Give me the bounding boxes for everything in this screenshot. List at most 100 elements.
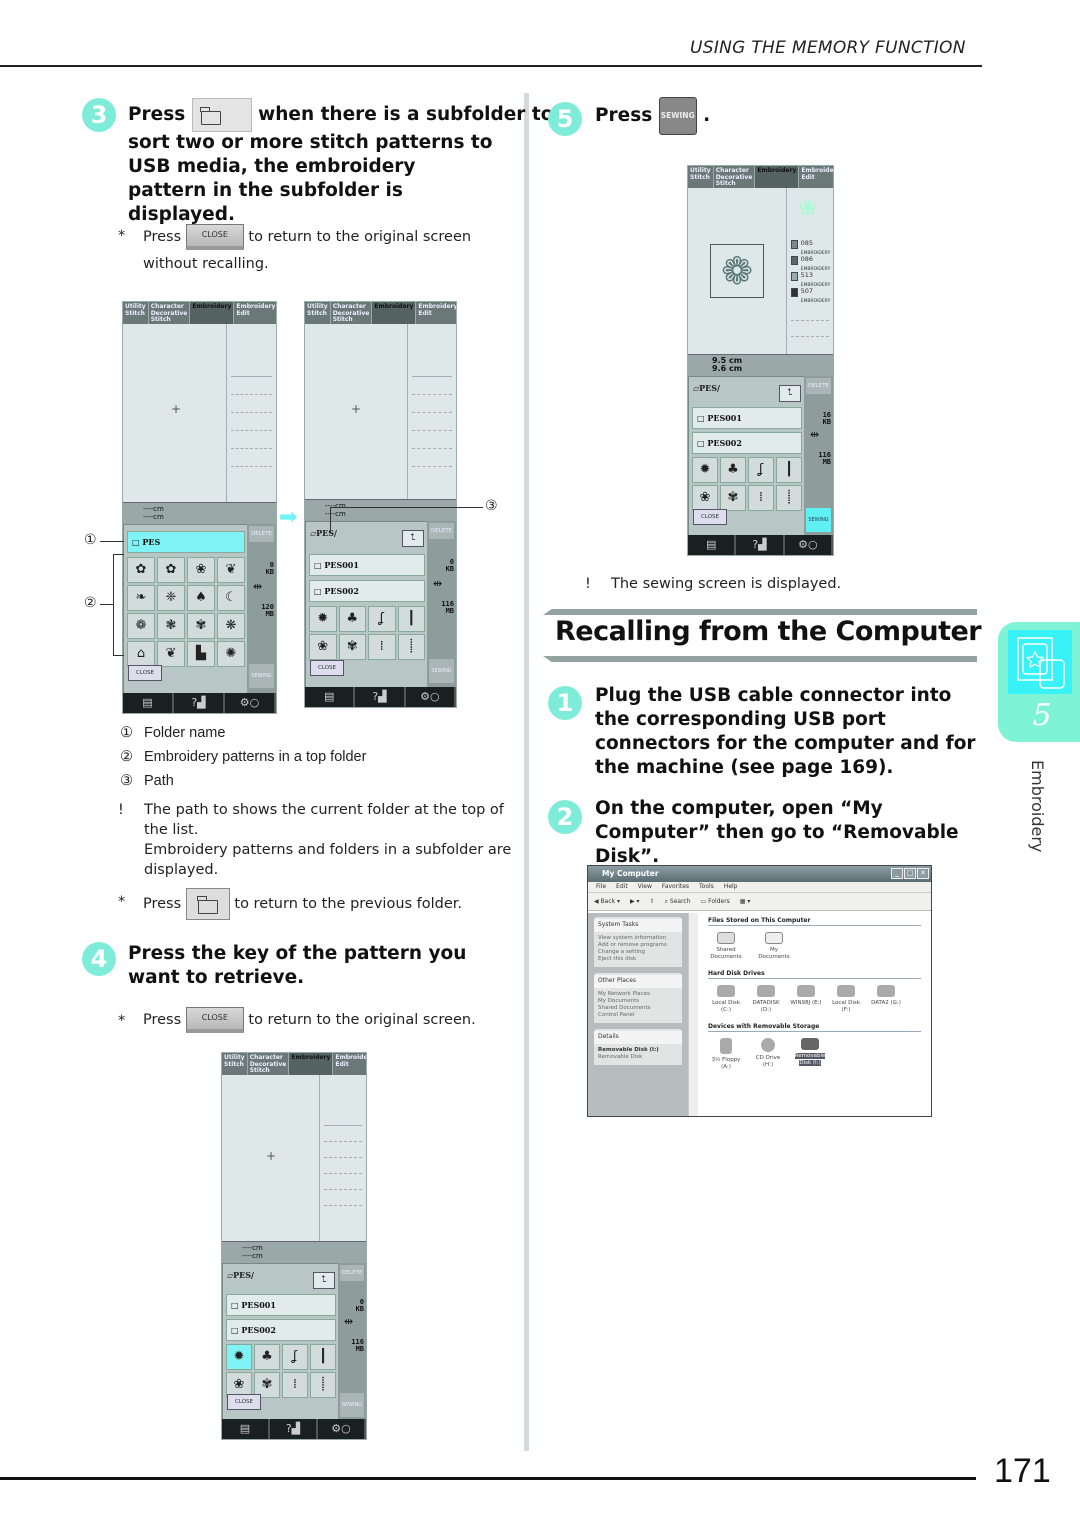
pattern-key[interactable]: ♠ xyxy=(187,585,215,611)
tab-embroidery[interactable]: Embroidery xyxy=(372,302,417,324)
close-button[interactable]: CLOSE xyxy=(310,660,344,676)
search-button[interactable]: ⌕ Search xyxy=(665,898,691,906)
pattern-key[interactable]: ┃ xyxy=(310,1344,336,1370)
sewing-button[interactable]: SEWING xyxy=(249,664,274,688)
drive-e[interactable]: WIN98J (E:) xyxy=(788,985,824,1013)
pattern-key[interactable]: ⸽ xyxy=(776,485,802,511)
task-view-system-info[interactable]: View system information xyxy=(598,935,678,942)
drive-d[interactable]: DATADISK (D:) xyxy=(748,985,784,1013)
system-tasks-title[interactable]: System Tasks xyxy=(594,919,682,932)
drive-floppy[interactable]: 3½ Floppy (A:) xyxy=(708,1038,744,1070)
delete-button[interactable]: DELETE xyxy=(249,526,274,542)
up-button[interactable]: ⇧ xyxy=(650,898,655,905)
pattern-key[interactable]: ⁞ xyxy=(748,485,774,511)
help-machine-icon[interactable]: ?▟ xyxy=(355,687,406,707)
tab-embroidery-edit[interactable]: Embroidery Edit xyxy=(416,302,456,324)
sewing-button[interactable]: SEWING xyxy=(429,659,454,683)
views-button[interactable]: ▦ ▾ xyxy=(740,898,751,905)
pattern-key[interactable]: ♣ xyxy=(254,1344,280,1370)
tab-character-decorative[interactable]: Character Decorative Stitch xyxy=(331,302,373,324)
pattern-key[interactable]: ❧ xyxy=(127,585,155,611)
tab-embroidery-edit[interactable]: Embroidery Edit xyxy=(234,302,276,324)
pattern-key[interactable]: ❦ xyxy=(217,557,245,583)
close-button[interactable]: CLOSE xyxy=(693,509,727,525)
task-pane-scrollbar[interactable] xyxy=(688,913,698,1116)
place-shared-documents[interactable]: Shared Documents xyxy=(598,1005,678,1012)
minimize-button[interactable]: _ xyxy=(891,868,903,879)
sewing-button-active[interactable]: SEWING xyxy=(806,508,831,532)
up-folder-button[interactable]: ⮤ xyxy=(313,1272,335,1289)
tab-utility-stitch[interactable]: Utility Stitch xyxy=(123,302,149,324)
pattern-key[interactable]: ❀ xyxy=(692,485,718,511)
delete-button[interactable]: DELETE xyxy=(340,1265,364,1281)
pattern-key[interactable]: ┃ xyxy=(776,457,802,483)
pattern-key[interactable]: ✾ xyxy=(720,485,746,511)
pattern-key[interactable]: ✾ xyxy=(338,634,366,660)
settings-icon[interactable]: ⚙○ xyxy=(785,535,833,555)
pattern-key[interactable]: ✹ xyxy=(309,606,337,632)
tab-utility-stitch[interactable]: Utility Stitch xyxy=(222,1053,248,1075)
item-shared-documents[interactable]: Shared Documents xyxy=(708,932,744,960)
menu-file[interactable]: File xyxy=(596,883,606,891)
document-icon[interactable]: ▤ xyxy=(123,693,174,713)
pattern-key[interactable]: ✿ xyxy=(127,557,155,583)
sewing-button[interactable]: SEWING xyxy=(340,1393,364,1417)
menu-view[interactable]: View xyxy=(638,883,652,891)
pattern-key[interactable]: ❈ xyxy=(157,585,185,611)
help-machine-icon[interactable]: ?▟ xyxy=(736,535,785,555)
tab-embroidery-edit[interactable]: Embroidery Edit xyxy=(333,1053,366,1075)
item-my-documents[interactable]: My Documents xyxy=(756,932,792,960)
close-window-button[interactable]: ✕ xyxy=(917,868,929,879)
task-eject-disk[interactable]: Eject this disk xyxy=(598,956,678,963)
pattern-key[interactable]: ┃ xyxy=(397,606,425,632)
pattern-key[interactable]: ⁞ xyxy=(368,634,396,660)
pattern-key[interactable]: ❀ xyxy=(309,634,337,660)
help-machine-icon[interactable]: ?▟ xyxy=(174,693,225,713)
drive-removable-disk[interactable]: Removable Disk (I:) xyxy=(792,1038,828,1070)
folders-button[interactable]: ▭ Folders xyxy=(701,898,730,905)
pattern-key[interactable]: ❃ xyxy=(157,613,185,639)
pattern-key[interactable]: ✿ xyxy=(157,557,185,583)
tab-embroidery[interactable]: Embroidery xyxy=(289,1053,334,1075)
drive-c[interactable]: Local Disk (C:) xyxy=(708,985,744,1013)
pattern-key[interactable]: ❀ xyxy=(187,557,215,583)
close-button[interactable]: CLOSE xyxy=(227,1394,261,1410)
task-change-setting[interactable]: Change a setting xyxy=(598,949,678,956)
settings-icon[interactable]: ⚙○ xyxy=(225,693,276,713)
other-places-title[interactable]: Other Places xyxy=(594,975,682,988)
pattern-key[interactable]: ♣ xyxy=(338,606,366,632)
tab-embroidery[interactable]: Embroidery xyxy=(190,302,235,324)
tab-character-decorative[interactable]: Character Decorative Stitch xyxy=(714,166,756,188)
delete-button[interactable]: DELETE xyxy=(806,378,831,394)
drive-cd[interactable]: CD Drive (H:) xyxy=(750,1038,786,1070)
pattern-key[interactable]: ❋ xyxy=(217,613,245,639)
pattern-key[interactable]: ❦ xyxy=(157,641,185,667)
document-icon[interactable]: ▤ xyxy=(688,535,737,555)
place-my-documents[interactable]: My Documents xyxy=(598,998,678,1005)
task-add-remove-programs[interactable]: Add or remove programs xyxy=(598,942,678,949)
settings-icon[interactable]: ⚙○ xyxy=(318,1419,366,1439)
back-button[interactable]: ◀ Back ▾ xyxy=(594,898,620,905)
folder-row[interactable]: □ PES001 xyxy=(692,407,802,429)
pattern-key[interactable]: ❁ xyxy=(127,613,155,639)
pattern-key[interactable]: ⌂ xyxy=(127,641,155,667)
up-folder-button[interactable]: ⮤ xyxy=(779,385,801,402)
pattern-key[interactable]: ʆ xyxy=(748,457,774,483)
pattern-key[interactable]: ✺ xyxy=(217,641,245,667)
tab-utility-stitch[interactable]: Utility Stitch xyxy=(688,166,714,188)
pattern-key[interactable]: ☾ xyxy=(217,585,245,611)
close-button[interactable]: CLOSE xyxy=(128,665,162,681)
pattern-key[interactable]: ✾ xyxy=(187,613,215,639)
folder-row[interactable]: □ PES002 xyxy=(692,432,802,454)
pattern-key[interactable]: ʆ xyxy=(282,1344,308,1370)
folder-row[interactable]: □ PES001 xyxy=(309,554,425,576)
tab-character-decorative[interactable]: Character Decorative Stitch xyxy=(149,302,191,324)
pattern-key[interactable]: ⸽ xyxy=(397,634,425,660)
folder-row[interactable]: □ PES001 xyxy=(226,1294,336,1316)
document-icon[interactable]: ▤ xyxy=(305,687,356,707)
up-folder-button[interactable]: ⮤ xyxy=(402,530,424,547)
pattern-key[interactable]: ⸽ xyxy=(310,1372,336,1398)
folder-row[interactable]: □ PES002 xyxy=(309,580,425,602)
pattern-key[interactable]: ✹ xyxy=(692,457,718,483)
pattern-key-selected[interactable]: ✹ xyxy=(226,1344,252,1370)
